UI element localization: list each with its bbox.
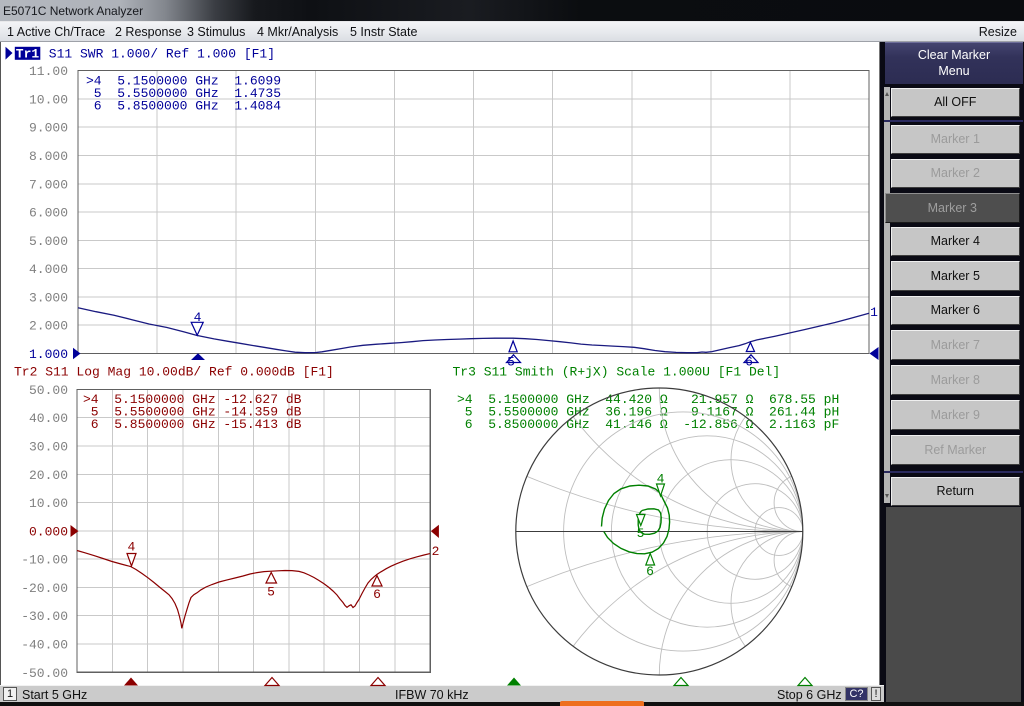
svg-text:6: 6 <box>373 587 381 602</box>
svg-text:Tr3 S11 Smith (R+jX) Scale 1.0: Tr3 S11 Smith (R+jX) Scale 1.000U [F1 De… <box>453 365 781 380</box>
svg-text:5: 5 <box>637 526 645 541</box>
svg-text:-50.00: -50.00 <box>21 666 68 681</box>
svg-text:10.00: 10.00 <box>29 496 68 511</box>
svg-text:0.000: 0.000 <box>29 524 68 539</box>
svg-text:40.00: 40.00 <box>29 411 68 426</box>
svg-text:11.00: 11.00 <box>29 64 68 79</box>
svg-text:4.000: 4.000 <box>29 262 68 277</box>
svg-text:30.00: 30.00 <box>29 440 68 455</box>
svg-text:6 5.8500000 GHz 1.4084: 6 5.8500000 GHz 1.4084 <box>86 99 281 114</box>
svg-text:10.00: 10.00 <box>29 92 68 107</box>
svg-text:1.000: 1.000 <box>29 347 68 362</box>
svg-text:6: 6 <box>646 564 654 579</box>
svg-text:1: 1 <box>870 305 878 320</box>
svg-text:S11 SWR 1.000/ Ref 1.000 [F1]: S11 SWR 1.000/ Ref 1.000 [F1] <box>49 46 275 61</box>
svg-text:5: 5 <box>267 585 275 600</box>
svg-text:Tr1: Tr1 <box>16 46 40 61</box>
svg-text:7.000: 7.000 <box>29 177 68 192</box>
svg-text:-20.00: -20.00 <box>21 581 68 596</box>
svg-text:-30.00: -30.00 <box>21 609 68 624</box>
svg-text:6 5.8500000 GHz -15.413 dB: 6 5.8500000 GHz -15.413 dB <box>83 417 302 432</box>
svg-text:4: 4 <box>127 540 135 555</box>
svg-text:5.000: 5.000 <box>29 234 68 249</box>
svg-text:Tr2 S11 Log Mag 10.00dB/ Ref 0: Tr2 S11 Log Mag 10.00dB/ Ref 0.000dB [F1… <box>14 365 334 380</box>
svg-text:8.000: 8.000 <box>29 149 68 164</box>
svg-text:2.000: 2.000 <box>29 319 68 334</box>
svg-text:-10.00: -10.00 <box>21 553 68 568</box>
svg-text:20.00: 20.00 <box>29 468 68 483</box>
svg-text:3.000: 3.000 <box>29 290 68 305</box>
svg-text:2: 2 <box>432 544 440 559</box>
svg-text:50.00: 50.00 <box>29 383 68 398</box>
svg-text:9.000: 9.000 <box>29 121 68 136</box>
svg-text:-40.00: -40.00 <box>21 638 68 653</box>
svg-text:6 5.8500000 GHz 41.146 Ω -1: 6 5.8500000 GHz 41.146 Ω -12.856 Ω 2.116… <box>457 417 839 432</box>
svg-text:6.000: 6.000 <box>29 206 68 221</box>
